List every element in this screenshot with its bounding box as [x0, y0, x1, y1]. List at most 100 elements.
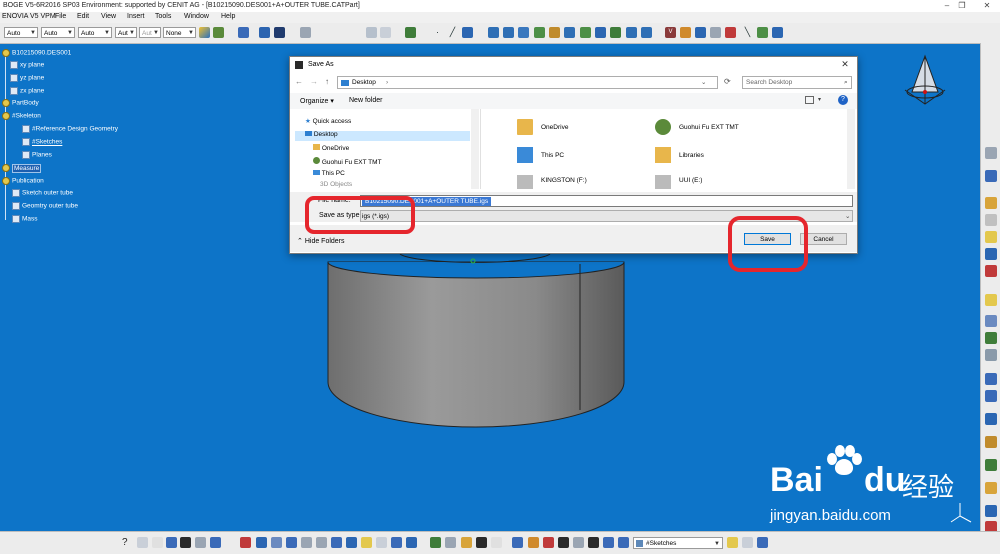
help-icon[interactable]: ? — [838, 95, 848, 105]
vb-icon[interactable]: V — [665, 27, 676, 38]
menu-help[interactable]: Help — [221, 13, 235, 20]
file-item-kingston[interactable]: KINGSTON (F:) — [517, 175, 637, 189]
properties-icon[interactable] — [213, 27, 224, 38]
shell-icon[interactable] — [985, 349, 997, 361]
chevron-down-icon[interactable]: ▾ — [818, 96, 821, 103]
tree-item-yz-plane[interactable]: yz plane — [10, 74, 44, 82]
shading-icon[interactable] — [361, 537, 372, 548]
curve-icon[interactable] — [772, 27, 783, 38]
snap-icon[interactable] — [300, 27, 311, 38]
fly-icon[interactable] — [240, 537, 251, 548]
point-icon[interactable]: · — [432, 27, 443, 38]
folder-icon[interactable] — [727, 537, 738, 548]
file-item-user[interactable]: Guohui Fu EXT TMT — [655, 119, 795, 139]
chevron-down-icon[interactable]: ⌄ — [701, 77, 706, 89]
tree-item-publication[interactable]: Publication — [2, 177, 44, 185]
tree-item-partbody[interactable]: PartBody — [2, 99, 39, 107]
nav-quick-access[interactable]: ★ Quick access — [305, 117, 351, 125]
nav-desktop[interactable]: Desktop — [295, 131, 470, 141]
boolean-icon[interactable] — [985, 436, 997, 448]
thickness-icon[interactable] — [985, 482, 997, 494]
tree-item-geomtry-outer-tube[interactable]: Geomtry outer tube — [12, 202, 78, 210]
extrude-icon[interactable] — [488, 27, 499, 38]
nav-this-pc[interactable]: This PC — [313, 170, 345, 177]
pocket-icon[interactable] — [985, 214, 997, 226]
window-icon[interactable] — [757, 537, 768, 548]
table-icon[interactable] — [180, 537, 191, 548]
grid-step-icon[interactable] — [558, 537, 569, 548]
view-options-icon[interactable] — [805, 96, 814, 104]
boundary-icon[interactable] — [626, 27, 637, 38]
nav-onedrive[interactable]: OneDrive — [313, 144, 349, 152]
tree-item-xy-plane[interactable]: xy plane — [10, 61, 44, 69]
menu-view[interactable]: View — [101, 13, 116, 20]
rotate-icon[interactable] — [286, 537, 297, 548]
sketch-position-icon[interactable] — [380, 27, 391, 38]
fit-all-icon[interactable] — [256, 537, 267, 548]
color-combo[interactable]: Auto ▼ — [4, 27, 38, 38]
tree-item-measure[interactable]: Measure — [2, 163, 42, 173]
menu-insert[interactable]: Insert — [127, 13, 145, 20]
formula-icon[interactable] — [137, 537, 148, 548]
update-icon[interactable] — [259, 27, 270, 38]
help-query-icon[interactable]: ? — [122, 537, 133, 548]
file-item-onedrive[interactable]: OneDrive — [517, 119, 637, 139]
tree-item-skeleton[interactable]: #Skeleton — [2, 112, 41, 120]
layer-combo[interactable]: None ▼ — [163, 27, 196, 38]
back-button[interactable]: ← — [295, 77, 303, 86]
forward-button[interactable]: → — [310, 77, 318, 86]
plane-icon[interactable] — [462, 27, 473, 38]
connect-icon[interactable] — [725, 27, 736, 38]
nav-3d-objects[interactable]: 3D Objects — [320, 181, 352, 189]
swap-visible-icon[interactable] — [391, 537, 402, 548]
split-solid-icon[interactable] — [985, 459, 997, 471]
hide-folders-button[interactable]: ⌃ Hide Folders — [297, 237, 345, 245]
snap-point-icon[interactable] — [573, 537, 584, 548]
draft-icon[interactable] — [985, 332, 997, 344]
file-item-libraries[interactable]: Libraries — [655, 147, 795, 167]
line-type-combo[interactable]: Aut ▼ — [115, 27, 137, 38]
copy-icon[interactable] — [742, 537, 753, 548]
sweep-icon[interactable] — [518, 27, 529, 38]
minimize-button[interactable]: – — [940, 1, 954, 11]
menu-window[interactable]: Window — [184, 13, 209, 20]
analysis-icon[interactable] — [710, 27, 721, 38]
views-icon[interactable] — [346, 537, 357, 548]
dimensional-constraints-icon[interactable] — [618, 537, 629, 548]
trim-icon[interactable] — [610, 27, 621, 38]
fill-icon[interactable] — [534, 27, 545, 38]
camera-icon[interactable] — [491, 537, 502, 548]
groove-icon[interactable] — [985, 248, 997, 260]
refresh-button[interactable]: ⟳ — [724, 77, 731, 86]
menu-edit[interactable]: Edit — [77, 13, 89, 20]
material-icon[interactable] — [430, 537, 441, 548]
constraint-icon[interactable] — [985, 505, 997, 517]
sketcher-icon[interactable] — [366, 27, 377, 38]
tree-item-reference-design-geometry[interactable]: #Reference Design Geometry — [22, 125, 118, 133]
measure-between-icon[interactable] — [445, 537, 456, 548]
dialog-close-button[interactable]: ✕ — [839, 59, 851, 70]
menu-tools[interactable]: Tools — [155, 13, 171, 20]
sketch-analysis-icon[interactable] — [512, 537, 523, 548]
tree-root[interactable]: B10215090.DES001 — [2, 49, 71, 57]
normal-view-icon[interactable] — [331, 537, 342, 548]
point-type-combo[interactable]: Aut ▼ — [139, 27, 161, 38]
file-item-uui[interactable]: UUI (E:) — [655, 175, 795, 189]
zoom-out-icon[interactable] — [316, 537, 327, 548]
arc-icon[interactable] — [757, 27, 768, 38]
file-list-scrollbar[interactable] — [847, 109, 855, 189]
inertia-icon[interactable] — [476, 537, 487, 548]
restore-button[interactable]: ❐ — [955, 1, 969, 11]
blend-icon[interactable] — [549, 27, 560, 38]
cylinder-model[interactable] — [325, 252, 628, 432]
nav-scrollbar[interactable] — [471, 109, 479, 189]
line-thickness-combo[interactable]: Auto ▼ — [78, 27, 112, 38]
render-icon[interactable] — [406, 537, 417, 548]
chamfer-icon[interactable] — [985, 315, 997, 327]
diagonal-line-icon[interactable]: ╲ — [742, 27, 753, 38]
pad-icon[interactable] — [985, 197, 997, 209]
workbench-icon[interactable] — [238, 27, 249, 38]
select-icon[interactable] — [985, 147, 997, 159]
tree-item-sketches[interactable]: #Sketches — [22, 138, 62, 146]
macro-icon[interactable] — [680, 27, 691, 38]
